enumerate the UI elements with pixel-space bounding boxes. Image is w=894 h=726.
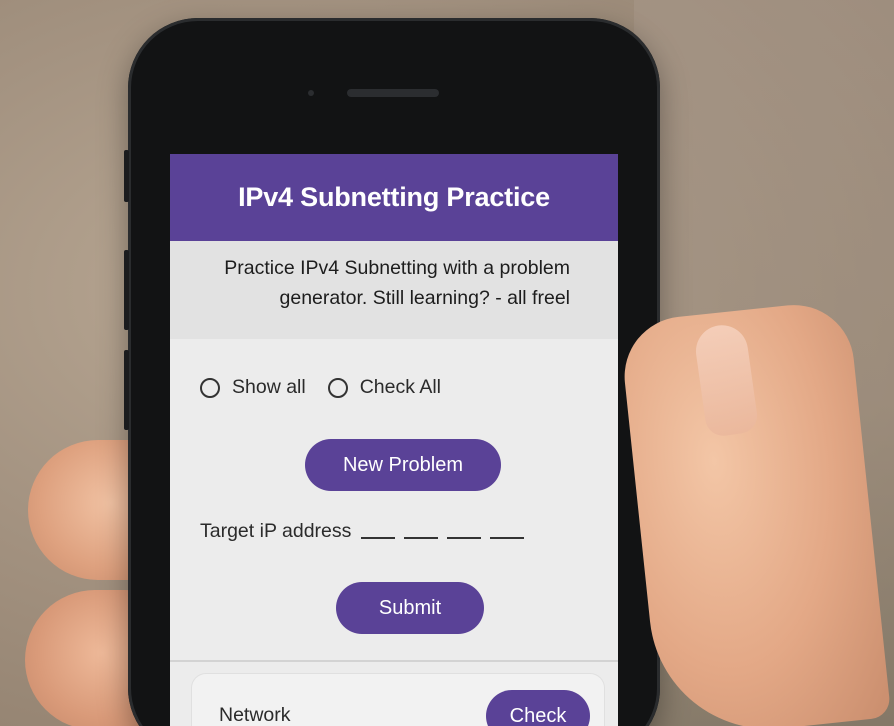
octet-input-2[interactable] bbox=[404, 537, 439, 539]
intro-line-2: generator. Still learning? - all freel bbox=[279, 287, 571, 309]
show-all-radio[interactable] bbox=[200, 377, 220, 398]
phone-volume-button bbox=[124, 350, 129, 430]
intro-line-1: Practice IPv4 Subnetting with a problem bbox=[224, 257, 570, 279]
octet-input-3[interactable] bbox=[447, 537, 482, 539]
check-all-radio[interactable] bbox=[327, 377, 348, 398]
speaker-grille bbox=[347, 89, 439, 97]
app-screen: IPv4 Subnetting Practice Practice IPv4 S… bbox=[170, 154, 618, 726]
section-divider bbox=[170, 660, 618, 662]
front-camera-icon bbox=[308, 90, 314, 96]
target-ip-row: Target iP address bbox=[200, 520, 525, 543]
submit-button[interactable]: Submit bbox=[336, 582, 484, 634]
app-header: IPv4 Subnetting Practice bbox=[170, 154, 618, 241]
check-all-label[interactable]: Check All bbox=[360, 376, 441, 399]
app-title: IPv4 Subnetting Practice bbox=[238, 182, 550, 212]
phone-volume-button bbox=[124, 250, 129, 330]
phone-side-button bbox=[124, 150, 129, 202]
target-ip-label: Target iP address bbox=[200, 520, 352, 542]
network-card: Network Check bbox=[192, 674, 604, 726]
options-row: Show all Check All bbox=[200, 376, 463, 399]
check-button[interactable]: Check bbox=[486, 690, 590, 726]
network-label: Network bbox=[219, 704, 291, 726]
show-all-label[interactable]: Show all bbox=[232, 376, 306, 399]
new-problem-button[interactable]: New Problem bbox=[305, 439, 501, 491]
octet-input-1[interactable] bbox=[361, 537, 396, 539]
intro-text: Practice IPv4 Subnetting with a problem … bbox=[170, 241, 618, 339]
octet-input-4[interactable] bbox=[490, 537, 525, 539]
